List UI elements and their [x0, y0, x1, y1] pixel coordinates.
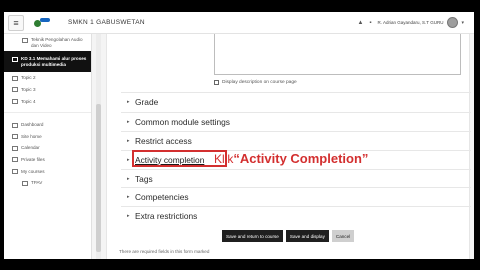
folder-icon	[12, 99, 18, 105]
sidebar-item-calendar[interactable]: Calendar	[4, 142, 91, 154]
sidebar-item-private-files[interactable]: Private files	[4, 154, 91, 166]
site-nav-list: Dashboard Site home Calendar Private fil…	[4, 113, 91, 189]
sidebar-item-label: Teknik Pengolahan Audio dan Video	[31, 37, 83, 48]
main-content: Display description on course page ▸ Gra…	[92, 34, 474, 259]
file-icon	[12, 157, 18, 163]
bell-icon[interactable]: ▲	[357, 20, 363, 26]
description-editor[interactable]	[214, 34, 461, 75]
folder-icon	[12, 87, 18, 93]
sidebar-item-section-active[interactable]: KD 3.1 Memahami alur proses produksi mul…	[4, 51, 91, 73]
cancel-button[interactable]: Cancel	[331, 230, 355, 242]
section-extra-restrictions[interactable]: ▸ Extra restrictions	[121, 206, 471, 224]
chevron-right-icon: ▸	[127, 193, 130, 200]
save-display-button[interactable]: Save and display	[285, 230, 329, 242]
sidebar-item-section[interactable]: Topic 2	[4, 72, 91, 84]
instruction-annotation: Klik“Activity Completion”	[214, 151, 369, 167]
top-navbar: ≡ SMKN 1 GABUSWETAN ▲ ▪ R. Adrian Gayand…	[4, 12, 474, 34]
browser-screen: ≡ SMKN 1 GABUSWETAN ▲ ▪ R. Adrian Gayand…	[4, 12, 474, 259]
folder-icon	[12, 75, 18, 81]
sidebar-item-dashboard[interactable]: Dashboard	[4, 119, 91, 131]
annotation-target: “Activity Completion”	[233, 151, 369, 166]
save-return-button[interactable]: Save and return to course	[222, 230, 283, 242]
sidebar-item-section[interactable]: Topic 3	[4, 84, 91, 96]
section-competencies[interactable]: ▸ Competencies	[121, 187, 471, 205]
sidebar-item-label: Dashboard	[21, 122, 44, 128]
hamburger-icon[interactable]: ≡	[8, 14, 24, 31]
chevron-right-icon: ▸	[127, 118, 130, 125]
sidebar-item-label: Topic 2	[21, 75, 36, 81]
sidebar-item-label: Topic 4	[21, 98, 36, 104]
graduation-cap-icon	[12, 169, 18, 175]
chevron-right-icon: ▸	[127, 98, 130, 105]
sidebar-item-my-courses[interactable]: My courses	[4, 166, 91, 178]
section-common-module-settings[interactable]: ▸ Common module settings	[121, 112, 471, 130]
scrollbar-thumb[interactable]	[96, 104, 101, 252]
display-description-option[interactable]: Display description on course page	[214, 80, 297, 85]
form-actions: Save and return to course Save and displ…	[222, 230, 357, 242]
section-label: Grade	[135, 96, 159, 107]
sidebar-item-label: TPAV	[31, 180, 43, 186]
settings-form-card: Display description on course page ▸ Gra…	[106, 34, 471, 259]
chevron-right-icon: ▸	[127, 212, 130, 219]
course-sections-list: Teknik Pengolahan Audio dan Video KD 3.1…	[4, 34, 91, 114]
section-label: Extra restrictions	[135, 210, 198, 221]
site-logo[interactable]	[34, 17, 52, 28]
user-name[interactable]: R. Adrian Gayandaru, S.T GURU	[378, 20, 444, 25]
sidebar-item-label: My courses	[21, 168, 45, 174]
section-grade[interactable]: ▸ Grade	[121, 92, 471, 110]
annotation-prefix: Klik	[214, 152, 234, 166]
home-icon	[12, 134, 18, 140]
sidebar-item-label: Private files	[21, 156, 45, 162]
video-frame: ≡ SMKN 1 GABUSWETAN ▲ ▪ R. Adrian Gayand…	[0, 0, 480, 270]
chat-icon[interactable]: ▪	[369, 20, 371, 26]
course-sidebar: Teknik Pengolahan Audio dan Video KD 3.1…	[4, 34, 92, 259]
section-label: Tags	[135, 173, 153, 184]
section-label: Restrict access	[135, 135, 192, 146]
sidebar-item-label: Calendar	[21, 145, 40, 151]
sidebar-item-label: Topic 3	[21, 86, 36, 92]
folder-icon	[22, 37, 28, 43]
highlight-box	[132, 150, 227, 167]
section-restrict-access[interactable]: ▸ Restrict access	[121, 131, 471, 149]
display-description-checkbox[interactable]	[214, 80, 219, 85]
chevron-right-icon: ▸	[127, 137, 130, 144]
chevron-down-icon[interactable]: ▾	[461, 20, 464, 26]
scrollbar[interactable]	[96, 34, 101, 259]
site-name[interactable]: SMKN 1 GABUSWETAN	[68, 19, 145, 26]
sidebar-item-course[interactable]: TPAV	[4, 177, 91, 189]
calendar-icon	[12, 145, 18, 151]
chevron-right-icon: ▸	[127, 175, 130, 182]
section-label: Common module settings	[135, 116, 230, 127]
sidebar-item-section[interactable]: Teknik Pengolahan Audio dan Video	[4, 34, 91, 51]
section-tags[interactable]: ▸ Tags	[121, 169, 471, 187]
display-description-label: Display description on course page	[222, 80, 297, 85]
section-label: Competencies	[135, 191, 189, 202]
sidebar-item-site-home[interactable]: Site home	[4, 131, 91, 143]
course-icon	[22, 180, 28, 186]
user-area: ▲ ▪ R. Adrian Gayandaru, S.T GURU ▾	[357, 17, 464, 28]
sidebar-item-section[interactable]: Topic 4	[4, 96, 91, 113]
sidebar-item-label: KD 3.1 Memahami alur proses produksi mul…	[21, 56, 87, 67]
folder-icon	[12, 56, 18, 62]
required-fields-note: There are required fields in this form m…	[119, 249, 210, 254]
dashboard-icon	[12, 122, 18, 128]
sidebar-item-label: Site home	[21, 133, 42, 139]
logo-mark-blue	[40, 17, 50, 22]
avatar[interactable]	[447, 17, 459, 28]
